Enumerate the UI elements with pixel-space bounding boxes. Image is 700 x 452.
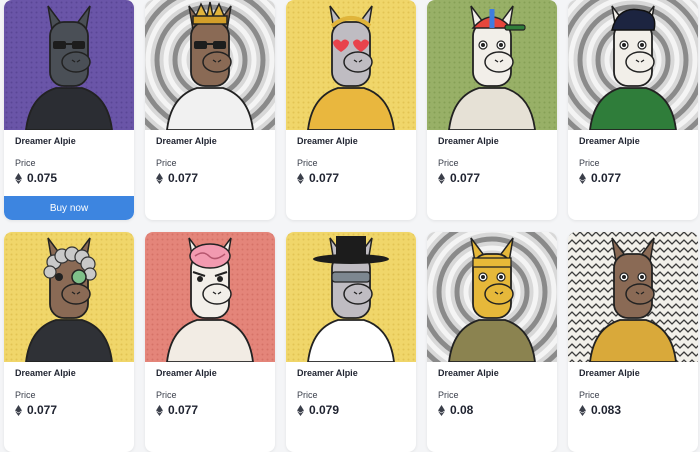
price-value: 0.077	[27, 403, 58, 417]
nft-artwork	[286, 0, 416, 130]
ethereum-icon	[579, 404, 586, 416]
price-value: 0.077	[168, 403, 199, 417]
nft-name: Dreamer Alpie	[15, 368, 76, 378]
nft-name: Dreamer Alpie	[156, 368, 217, 378]
nft-artwork	[145, 0, 275, 130]
price-row: 0.08	[438, 403, 473, 417]
price-label: Price	[438, 390, 459, 400]
price-row: 0.077	[438, 171, 480, 185]
nft-artwork	[4, 232, 134, 362]
price-label: Price	[15, 158, 36, 168]
ethereum-icon	[438, 404, 445, 416]
nft-card[interactable]: Dreamer Alpie Price 0.077	[568, 0, 698, 220]
nft-artwork	[286, 232, 416, 362]
price-row: 0.077	[156, 171, 198, 185]
nft-grid: Dreamer Alpie Price 0.075 Buy now Dreame…	[4, 0, 700, 452]
nft-artwork	[4, 0, 134, 130]
ethereum-icon	[15, 172, 22, 184]
nft-name: Dreamer Alpie	[156, 136, 217, 146]
price-row: 0.075	[15, 171, 57, 185]
nft-card[interactable]: Dreamer Alpie Price 0.077	[427, 0, 557, 220]
nft-name: Dreamer Alpie	[297, 368, 358, 378]
price-row: 0.083	[579, 403, 621, 417]
price-row: 0.077	[15, 403, 57, 417]
price-value: 0.08	[450, 403, 474, 417]
ethereum-icon	[15, 404, 22, 416]
price-label: Price	[438, 158, 459, 168]
ethereum-icon	[156, 404, 163, 416]
price-row: 0.077	[156, 403, 198, 417]
price-label: Price	[297, 158, 318, 168]
nft-card[interactable]: Dreamer Alpie Price 0.083	[568, 232, 698, 452]
nft-name: Dreamer Alpie	[438, 368, 499, 378]
nft-artwork	[145, 232, 275, 362]
price-value: 0.077	[591, 171, 622, 185]
ethereum-icon	[579, 172, 586, 184]
nft-name: Dreamer Alpie	[15, 136, 76, 146]
buy-now-button[interactable]: Buy now	[4, 196, 134, 220]
price-label: Price	[15, 390, 36, 400]
nft-card[interactable]: Dreamer Alpie Price 0.077	[4, 232, 134, 452]
nft-card[interactable]: Dreamer Alpie Price 0.077	[145, 0, 275, 220]
price-row: 0.079	[297, 403, 339, 417]
nft-card[interactable]: Dreamer Alpie Price 0.077	[286, 0, 416, 220]
price-value: 0.077	[309, 171, 340, 185]
price-value: 0.077	[450, 171, 481, 185]
nft-artwork	[568, 232, 698, 362]
nft-name: Dreamer Alpie	[297, 136, 358, 146]
nft-card[interactable]: Dreamer Alpie Price 0.08	[427, 232, 557, 452]
nft-artwork	[427, 0, 557, 130]
ethereum-icon	[297, 172, 304, 184]
price-value: 0.079	[309, 403, 340, 417]
price-row: 0.077	[579, 171, 621, 185]
price-label: Price	[156, 158, 177, 168]
nft-artwork	[568, 0, 698, 130]
nft-card[interactable]: Dreamer Alpie Price 0.077	[145, 232, 275, 452]
ethereum-icon	[438, 172, 445, 184]
price-row: 0.077	[297, 171, 339, 185]
price-label: Price	[297, 390, 318, 400]
price-label: Price	[156, 390, 177, 400]
nft-name: Dreamer Alpie	[579, 136, 640, 146]
price-value: 0.075	[27, 171, 58, 185]
nft-card[interactable]: Dreamer Alpie Price 0.079	[286, 232, 416, 452]
ethereum-icon	[297, 404, 304, 416]
nft-name: Dreamer Alpie	[438, 136, 499, 146]
price-label: Price	[579, 390, 600, 400]
price-value: 0.083	[591, 403, 622, 417]
nft-card[interactable]: Dreamer Alpie Price 0.075 Buy now	[4, 0, 134, 220]
nft-artwork	[427, 232, 557, 362]
nft-name: Dreamer Alpie	[579, 368, 640, 378]
price-label: Price	[579, 158, 600, 168]
ethereum-icon	[156, 172, 163, 184]
price-value: 0.077	[168, 171, 199, 185]
